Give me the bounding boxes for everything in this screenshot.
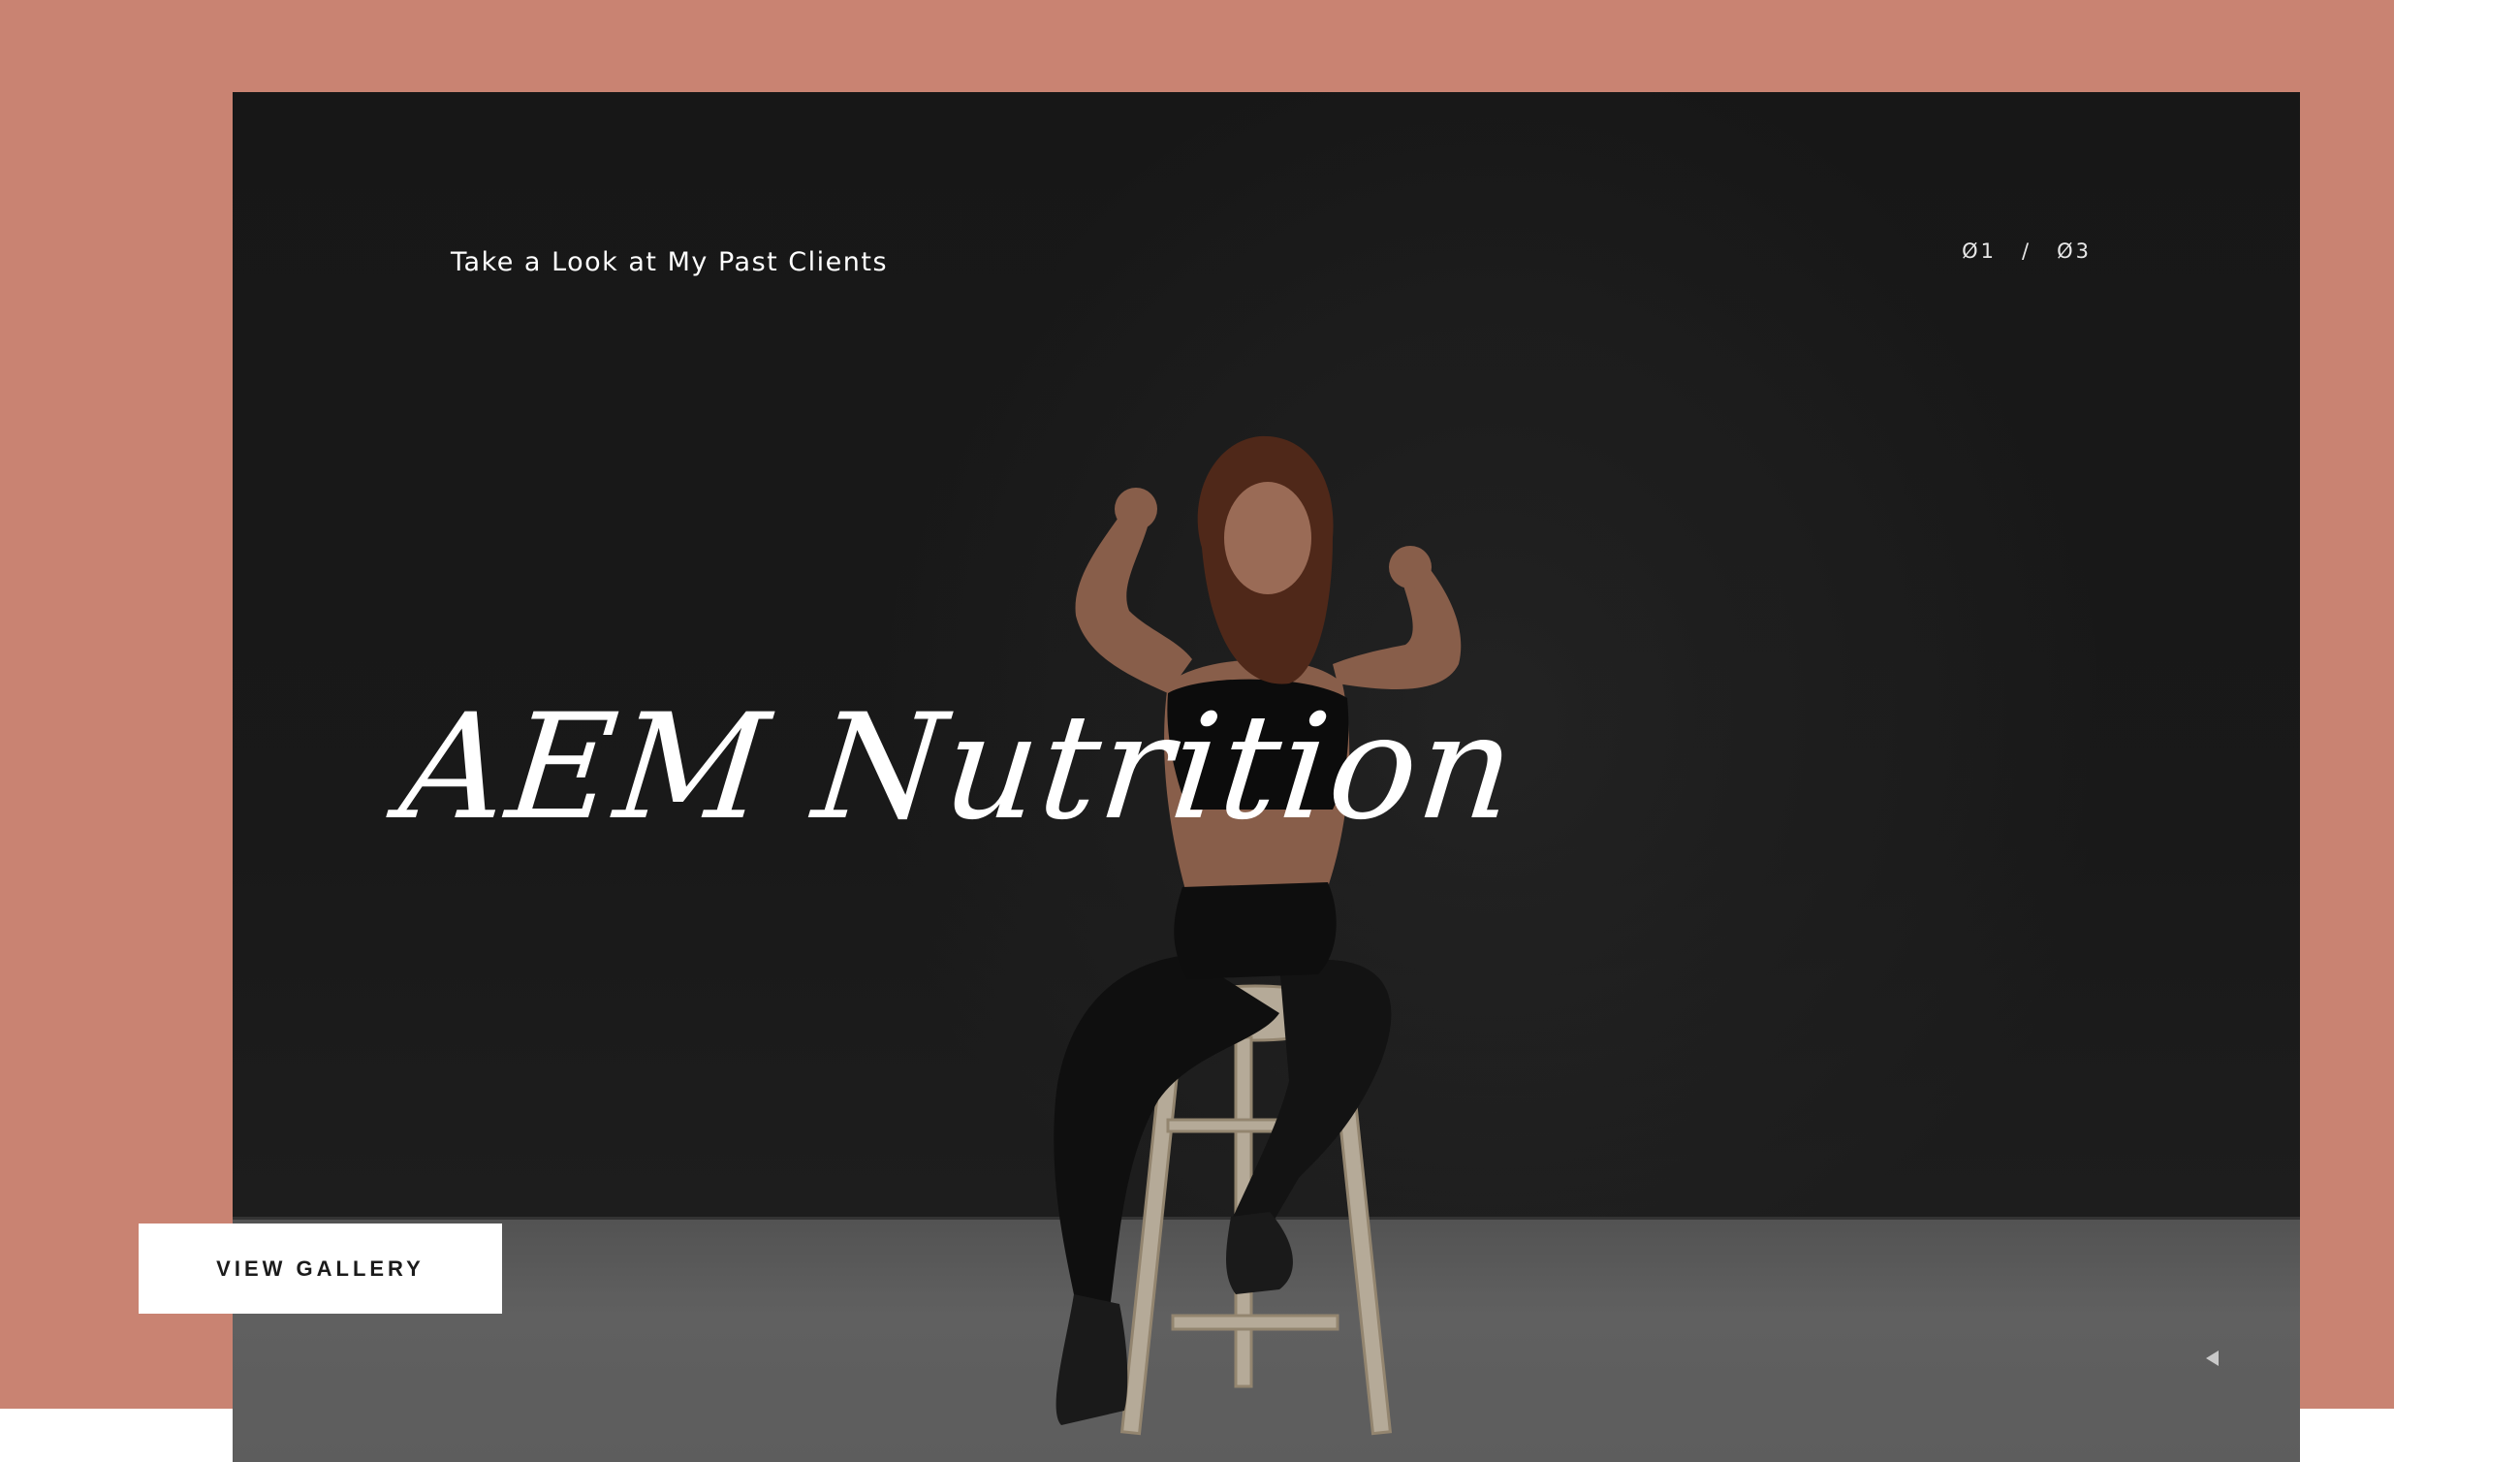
triangle-left-icon	[2205, 1351, 2219, 1366]
slide-counter: Ø1 / Ø3	[1962, 239, 2092, 263]
view-gallery-button[interactable]: VIEW GALLERY	[139, 1224, 502, 1314]
hero-eyebrow: Take a Look at My Past Clients	[451, 247, 889, 277]
hero-slider: Take a Look at My Past Clients Ø1 / Ø3 AEM…	[233, 92, 2300, 1462]
slider-prev-button[interactable]	[2202, 1349, 2221, 1368]
hero-title: AEM Nutrition	[393, 683, 1525, 852]
slide-counter-separator: /	[2022, 239, 2032, 263]
slide-counter-total: Ø3	[2057, 239, 2092, 263]
slide-counter-current: Ø1	[1962, 239, 1998, 263]
